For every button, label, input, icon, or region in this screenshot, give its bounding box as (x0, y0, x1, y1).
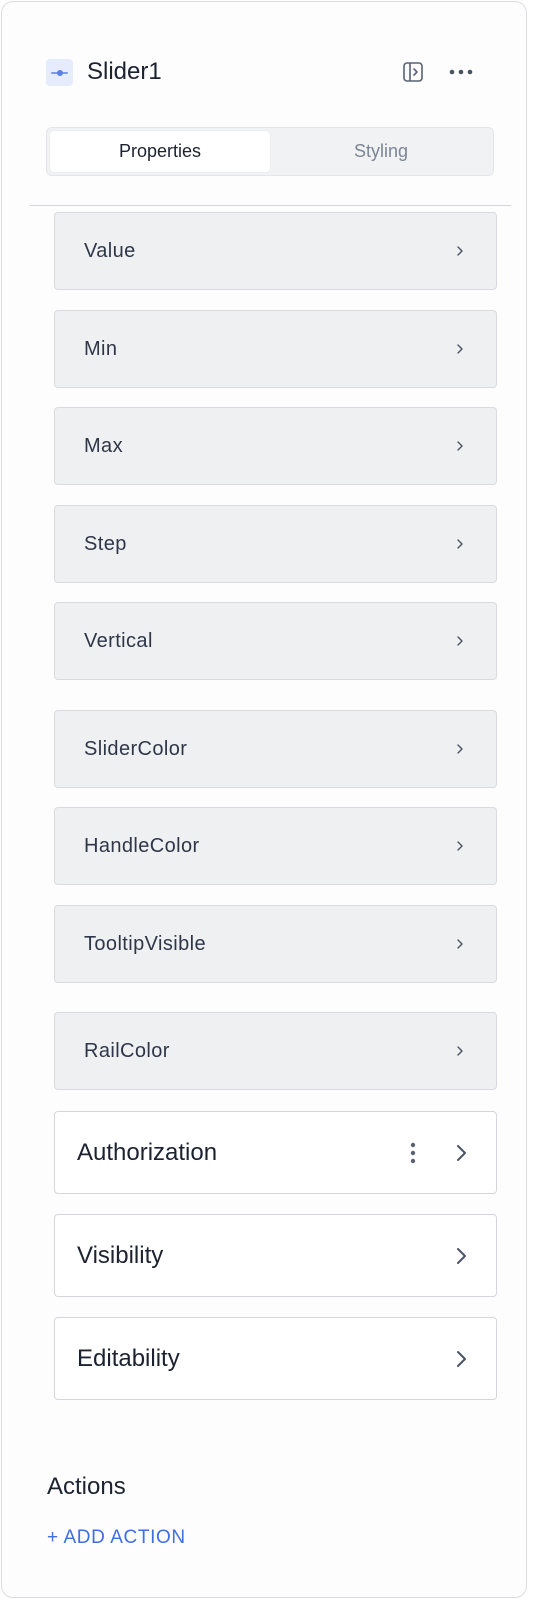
property-label: RailColor (84, 1040, 170, 1062)
section-label: Visibility (77, 1242, 164, 1269)
chevron-right-icon (457, 344, 463, 354)
chevron-right-icon (457, 939, 463, 949)
component-title[interactable]: Slider1 (87, 57, 162, 87)
section-visibility[interactable]: Visibility (54, 1214, 497, 1297)
property-row-max[interactable]: Max (54, 407, 497, 485)
panel-toggle-icon[interactable] (402, 61, 424, 83)
section-editability[interactable]: Editability (54, 1317, 497, 1400)
property-row-rail-color[interactable]: RailColor (54, 1012, 497, 1090)
section-label: Editability (77, 1345, 180, 1372)
chevron-right-icon (457, 1145, 466, 1161)
property-row-value[interactable]: Value (54, 212, 497, 290)
actions-heading: Actions (47, 1473, 126, 1500)
property-label: SliderColor (84, 738, 188, 760)
property-row-step[interactable]: Step (54, 505, 497, 583)
property-row-min[interactable]: Min (54, 310, 497, 388)
property-label: Value (84, 240, 136, 262)
property-label: TooltipVisible (84, 933, 206, 955)
more-horizontal-icon[interactable] (446, 61, 476, 83)
panel-header: Slider1 (46, 57, 486, 87)
property-label: Step (84, 533, 127, 555)
add-action-button[interactable]: + ADD ACTION (47, 1526, 186, 1550)
tab-styling[interactable]: Styling (270, 131, 492, 172)
chevron-right-icon (457, 246, 463, 256)
property-row-tooltip-visible[interactable]: TooltipVisible (54, 905, 497, 983)
property-row-handle-color[interactable]: HandleColor (54, 807, 497, 885)
chevron-right-icon (457, 841, 463, 851)
tab-bar: Properties Styling (46, 127, 494, 176)
property-row-vertical[interactable]: Vertical (54, 602, 497, 680)
section-authorization[interactable]: Authorization (54, 1111, 497, 1194)
properties-panel: Slider1 Properties Styling Value Min Max St… (1, 1, 527, 1598)
chevron-right-icon (457, 539, 463, 549)
property-label: Vertical (84, 630, 153, 652)
property-row-slider-color[interactable]: SliderColor (54, 710, 497, 788)
chevron-right-icon (457, 1351, 466, 1367)
property-label: Min (84, 338, 118, 360)
chevron-right-icon (457, 1248, 466, 1264)
tab-properties[interactable]: Properties (50, 131, 270, 172)
section-label: Authorization (77, 1139, 218, 1166)
property-label: Max (84, 435, 123, 457)
chevron-right-icon (457, 636, 463, 646)
chevron-right-icon (457, 441, 463, 451)
more-vertical-icon[interactable] (407, 1140, 419, 1166)
chevron-right-icon (457, 1046, 463, 1056)
divider (30, 205, 511, 206)
chevron-right-icon (457, 744, 463, 754)
property-label: HandleColor (84, 835, 200, 857)
slider-icon (46, 59, 73, 86)
